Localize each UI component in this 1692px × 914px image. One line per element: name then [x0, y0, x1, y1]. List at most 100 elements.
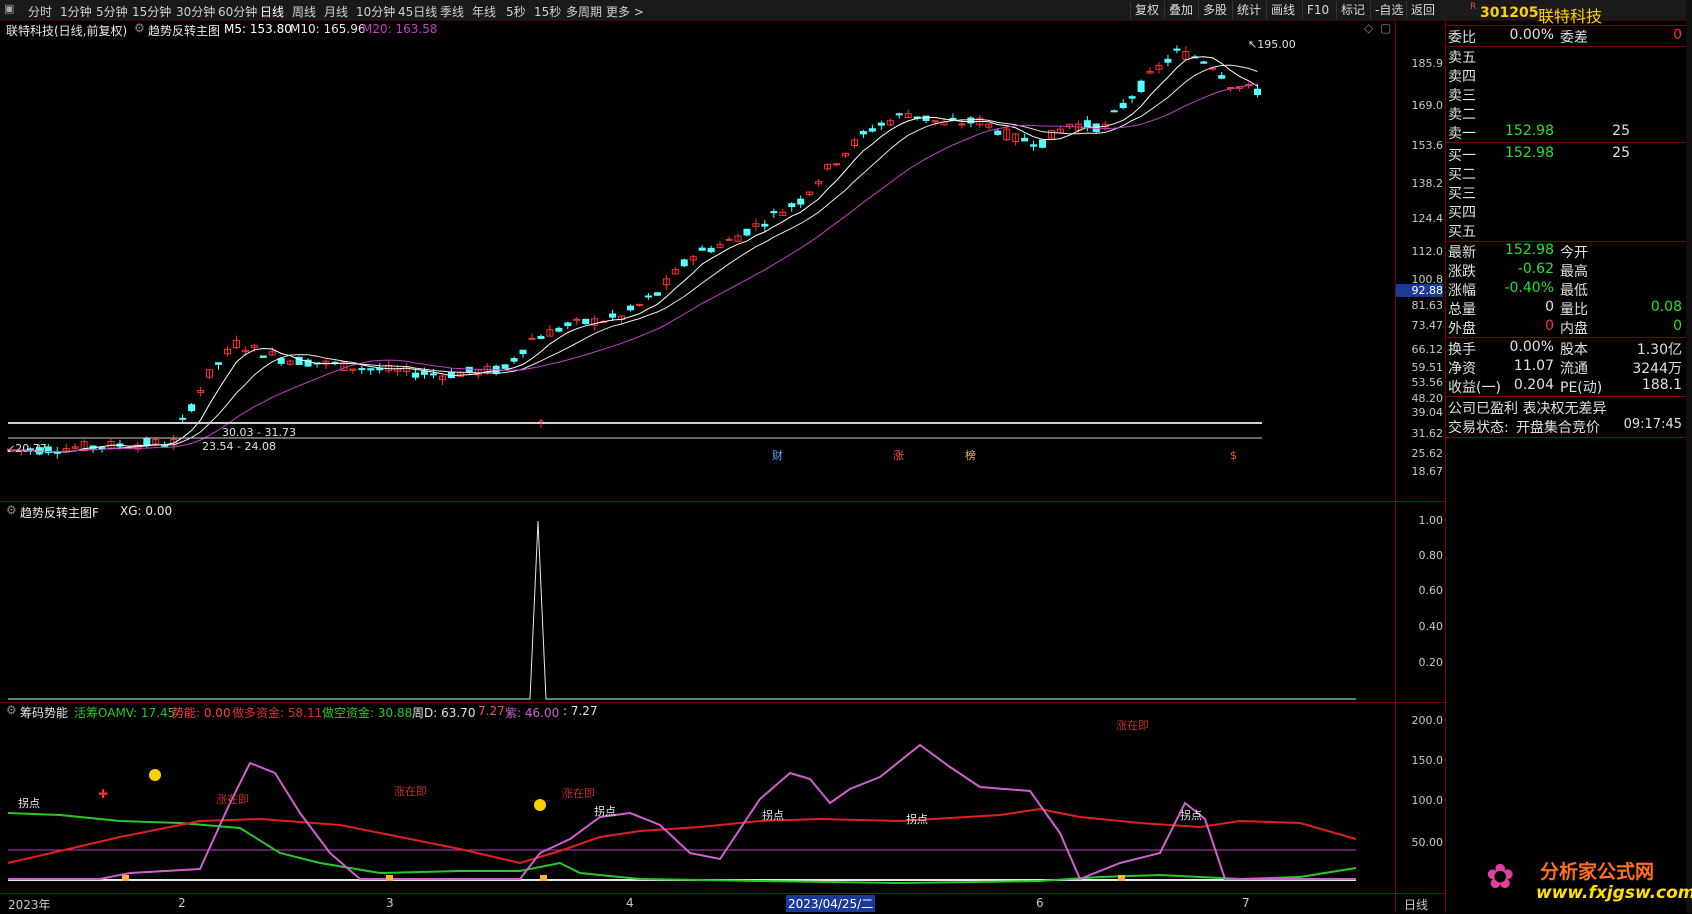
toolbar-button-1[interactable]: 叠加 [1164, 1, 1197, 19]
menu-icon[interactable]: ▣ [4, 2, 14, 15]
indicator-name[interactable]: 趋势反转主图 [148, 22, 220, 39]
candle-body [1173, 48, 1181, 51]
sell-level-label: 卖五 [1448, 50, 1476, 66]
r-badge: R [1470, 2, 1477, 12]
date-axis: 2023年2345672023/04/25/二日线 [0, 893, 1445, 914]
candle-body [770, 211, 778, 214]
toolbar-button-3[interactable]: 统计 [1232, 1, 1265, 19]
toolbar-button-4[interactable]: 画线 [1266, 1, 1299, 19]
toolbar-button-6[interactable]: 标记 [1336, 1, 1369, 19]
stock-header: R 301205 联特科技 [1446, 0, 1686, 26]
sidebar-sep-5 [1446, 337, 1686, 338]
candle-body [465, 366, 473, 373]
candle-body [510, 358, 518, 362]
candlestick-chart[interactable]: ↖195.00 ↙20.77 30.03 - 31.7323.54 - 24.08 ↑… [0, 38, 1395, 498]
candle-body [680, 259, 688, 267]
candle-body [725, 238, 733, 241]
high-annotation: ↖195.00 [1248, 38, 1296, 51]
candle-body [573, 318, 581, 321]
panel2-tick: 1.00 [1418, 514, 1444, 527]
toolbar-button-5[interactable]: F10 [1302, 1, 1333, 19]
period-tab-6[interactable]: 日线 [260, 3, 284, 20]
toolbar-button-2[interactable]: 多股 [1198, 1, 1231, 19]
period-tab-10[interactable]: 45日线 [398, 3, 437, 20]
period-tab-15[interactable]: 多周期 [566, 3, 602, 20]
panel3-tick: 100.0 [1411, 794, 1444, 807]
candle-body [743, 228, 751, 236]
candle-body [429, 373, 437, 376]
fund-value: 3244万 [1632, 361, 1682, 377]
expand-icon[interactable]: ◇ [1364, 21, 1373, 35]
period-tab-14[interactable]: 15秒 [534, 3, 561, 20]
candle-body [1254, 88, 1262, 96]
period-tab-7[interactable]: 周线 [292, 3, 316, 20]
candle-body [868, 128, 876, 132]
price-tick: 31.62 [1411, 427, 1444, 440]
flower-logo-icon: ✿ [1486, 857, 1515, 897]
indicator-gear-icon[interactable]: ⚙ [134, 21, 145, 35]
signal-chart[interactable] [0, 503, 1395, 701]
candle-body [895, 113, 903, 116]
candle-body [609, 313, 617, 318]
note-row: 公司已盈利 表决权无差异 [1446, 398, 1686, 417]
period-tab-2[interactable]: 5分钟 [96, 3, 128, 20]
period-tab-5[interactable]: 60分钟 [218, 3, 257, 20]
quote-row: 外盘 0 内盘 0 [1446, 318, 1686, 337]
period-tab-11[interactable]: 季线 [440, 3, 464, 20]
toolbar-button-8[interactable]: 返回 [1406, 1, 1439, 19]
candle-body [635, 303, 643, 306]
toolbar-button-0[interactable]: 复权 [1130, 1, 1163, 19]
low-annotation: ↙20.77 [6, 442, 47, 455]
quote-row: 涨幅 -0.40% 最低 [1446, 280, 1686, 299]
candle-body [179, 417, 187, 420]
candle-body [994, 130, 1002, 135]
candle-body [259, 355, 267, 358]
main-chart-header: 联特科技(日线,前复权) ⚙ 趋势反转主图 M5: 153.80 M10: 16… [0, 21, 1395, 38]
period-label: 日线 [1404, 898, 1429, 912]
period-tab-8[interactable]: 月线 [324, 3, 348, 20]
period-tab-3[interactable]: 15分钟 [132, 3, 171, 20]
guaidian-label: 拐点 [906, 812, 928, 826]
candle-body [698, 247, 706, 251]
watermark-title: 分析家公式网 [1540, 861, 1655, 883]
price-tick: 48.20 [1411, 392, 1444, 405]
buy-volume: 25 [1612, 145, 1630, 161]
price-tick: 185.9 [1411, 57, 1444, 70]
window-icon[interactable]: ▢ [1380, 21, 1391, 35]
candle-body [958, 123, 966, 126]
candle-body [421, 371, 429, 375]
period-tab-1[interactable]: 1分钟 [60, 3, 92, 20]
hand-icon [386, 875, 393, 881]
price-tick: 92.88 [1395, 284, 1443, 297]
date-label: 4 [626, 896, 634, 910]
candle-body [1119, 102, 1127, 109]
candle-body [788, 203, 796, 208]
smiley-icon [534, 799, 546, 811]
candle-body [98, 447, 106, 450]
fund-row: 换手 0.00% 股本 1.30亿 [1446, 339, 1686, 358]
toolbar-button-7[interactable]: -自选 [1370, 1, 1407, 19]
period-tab-0[interactable]: 分时 [28, 3, 52, 20]
candle-body [1218, 75, 1226, 79]
ma10-label: M10: 165.96 [290, 22, 366, 36]
price-tick: 73.47 [1411, 319, 1444, 332]
chart-title: 联特科技(日线,前复权) [6, 24, 128, 38]
vertical-scrollbar[interactable] [1686, 0, 1692, 913]
period-tab-16[interactable]: 更多 > [606, 3, 644, 20]
zhangzaiji-label: 涨在即 [394, 785, 427, 798]
candle-body [161, 444, 169, 447]
range1-annotation: 30.03 - 31.73 [222, 426, 296, 439]
candle-body [214, 362, 222, 365]
quote-label: 最低 [1560, 283, 1588, 299]
watermark-url: www.fxjgsw.com [1536, 883, 1692, 903]
sell-row: 卖二 [1446, 104, 1686, 123]
chip-energy-chart[interactable]: 拐点拐点 拐点 拐点 拐点涨在即涨在即 涨在即涨在即✚ [0, 703, 1395, 893]
axis-divider [1395, 21, 1396, 913]
candle-body [555, 327, 563, 332]
period-tab-13[interactable]: 5秒 [506, 3, 526, 20]
period-tab-12[interactable]: 年线 [472, 3, 496, 20]
sell-row: 卖五 [1446, 47, 1686, 66]
period-tab-9[interactable]: 10分钟 [356, 3, 395, 20]
period-tab-4[interactable]: 30分钟 [176, 3, 215, 20]
candle-body [1164, 58, 1172, 63]
